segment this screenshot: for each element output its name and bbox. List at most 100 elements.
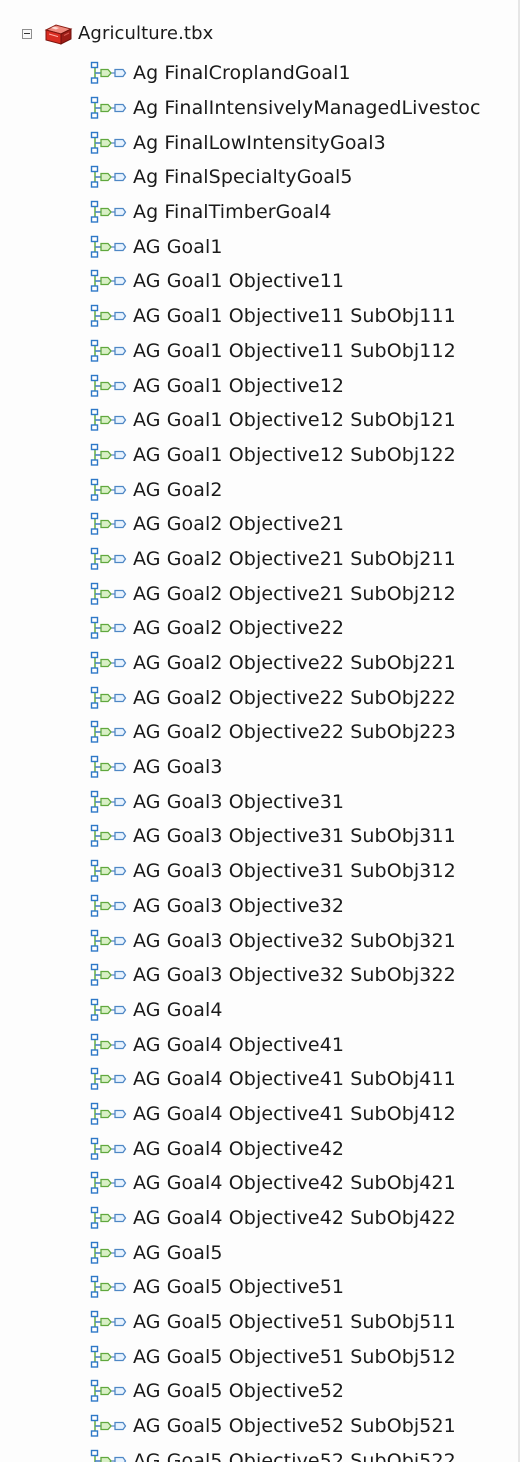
model-tool-icon bbox=[90, 96, 127, 119]
model-tool-icon bbox=[90, 166, 127, 189]
model-tool-item[interactable]: AG Goal1 Objective11 SubObj111 bbox=[0, 299, 520, 334]
model-tool-item[interactable]: AG Goal2 Objective22 SubObj221 bbox=[0, 646, 520, 681]
model-tool-icon bbox=[90, 686, 127, 709]
model-tool-label: AG Goal3 Objective32 SubObj321 bbox=[133, 929, 456, 952]
model-tool-item[interactable]: AG Goal2 Objective22 bbox=[0, 611, 520, 646]
model-tool-item[interactable]: Ag FinalTimberGoal4 bbox=[0, 195, 520, 230]
model-tool-item[interactable]: AG Goal3 Objective32 bbox=[0, 889, 520, 924]
model-tool-icon bbox=[90, 409, 127, 431]
model-tool-label: AG Goal1 Objective11 bbox=[133, 270, 345, 293]
model-tool-item[interactable]: AG Goal2 Objective22 SubObj223 bbox=[0, 715, 520, 750]
model-tool-item[interactable]: AG Goal1 Objective11 bbox=[0, 264, 520, 299]
model-tool-icon bbox=[90, 1449, 127, 1462]
model-tool-label: AG Goal2 Objective22 SubObj223 bbox=[133, 721, 456, 744]
model-tool-item[interactable]: AG Goal5 Objective52 SubObj521 bbox=[0, 1409, 520, 1444]
model-tool-item[interactable]: AG Goal5 Objective52 SubObj522 bbox=[0, 1444, 520, 1462]
model-tool-label: AG Goal5 Objective52 SubObj522 bbox=[133, 1449, 456, 1462]
model-tool-icon bbox=[90, 1172, 127, 1195]
model-tool-label: AG Goal5 Objective51 SubObj512 bbox=[133, 1345, 456, 1368]
model-tool-item[interactable]: AG Goal4 bbox=[0, 993, 520, 1028]
model-tool-label: AG Goal5 Objective52 bbox=[133, 1380, 345, 1403]
model-tool-item[interactable]: AG Goal3 Objective31 SubObj311 bbox=[0, 819, 520, 854]
model-tool-item[interactable]: AG Goal1 Objective12 SubObj122 bbox=[0, 438, 520, 473]
model-tool-label: AG Goal1 Objective11 SubObj111 bbox=[133, 305, 456, 328]
model-tool-item[interactable]: AG Goal5 Objective51 bbox=[0, 1270, 520, 1305]
model-tool-item[interactable]: AG Goal5 Objective51 SubObj512 bbox=[0, 1339, 520, 1374]
model-tool-label: AG Goal3 bbox=[133, 756, 223, 779]
model-tool-label: AG Goal4 Objective41 SubObj412 bbox=[133, 1102, 456, 1125]
model-tool-item[interactable]: Ag FinalSpecialtyGoal5 bbox=[0, 160, 520, 195]
model-tool-item[interactable]: AG Goal4 Objective42 SubObj422 bbox=[0, 1201, 520, 1236]
model-tool-item[interactable]: AG Goal2 Objective21 bbox=[0, 507, 520, 542]
model-tool-label: AG Goal4 Objective41 SubObj411 bbox=[133, 1068, 456, 1091]
model-tool-item[interactable]: AG Goal4 Objective42 bbox=[0, 1131, 520, 1166]
model-tool-label: AG Goal1 Objective12 SubObj121 bbox=[133, 409, 456, 432]
model-tool-item[interactable]: AG Goal3 Objective32 SubObj321 bbox=[0, 923, 520, 958]
model-tool-item[interactable]: AG Goal4 Objective42 SubObj421 bbox=[0, 1166, 520, 1201]
model-tool-item[interactable]: AG Goal4 Objective41 bbox=[0, 1027, 520, 1062]
model-tool-item[interactable]: AG Goal2 bbox=[0, 472, 520, 507]
model-tool-item[interactable]: AG Goal1 bbox=[0, 229, 520, 264]
model-tool-icon bbox=[90, 1206, 127, 1229]
toolbox-icon bbox=[44, 24, 73, 45]
toolbox-name: Agriculture.tbx bbox=[78, 23, 214, 44]
model-tool-label: AG Goal1 Objective12 bbox=[133, 374, 345, 397]
model-tool-item[interactable]: AG Goal1 Objective11 SubObj112 bbox=[0, 334, 520, 369]
model-tool-label: AG Goal3 Objective31 bbox=[133, 790, 345, 813]
model-tool-item[interactable]: AG Goal5 Objective51 SubObj511 bbox=[0, 1305, 520, 1340]
model-tool-icon bbox=[90, 547, 127, 570]
model-tool-label: AG Goal2 Objective21 SubObj211 bbox=[133, 547, 456, 570]
model-tool-label: Ag FinalTimberGoal4 bbox=[133, 201, 332, 224]
model-tool-label: AG Goal3 Objective31 SubObj311 bbox=[133, 825, 456, 848]
model-tool-item[interactable]: Ag FinalIntensivelyManagedLivestoc bbox=[0, 91, 520, 126]
model-tool-icon bbox=[90, 894, 127, 917]
model-tool-label: AG Goal5 Objective51 bbox=[133, 1276, 345, 1299]
model-tool-item[interactable]: AG Goal3 Objective31 SubObj312 bbox=[0, 854, 520, 889]
model-tool-item[interactable]: Ag FinalLowIntensityGoal3 bbox=[0, 125, 520, 160]
model-tool-label: AG Goal2 Objective21 SubObj212 bbox=[133, 582, 456, 605]
model-tool-label: AG Goal5 bbox=[133, 1241, 223, 1264]
collapse-minus-icon[interactable] bbox=[22, 29, 32, 39]
model-tool-label: Ag FinalSpecialtyGoal5 bbox=[133, 166, 353, 189]
model-tool-icon bbox=[90, 1380, 127, 1403]
model-tool-item[interactable]: AG Goal3 Objective32 SubObj322 bbox=[0, 958, 520, 993]
toolbox-node[interactable]: Agriculture.tbx bbox=[22, 19, 213, 49]
model-tool-icon bbox=[90, 1241, 127, 1264]
model-tool-label: AG Goal2 Objective22 SubObj221 bbox=[133, 652, 456, 675]
model-tool-label: AG Goal2 Objective22 SubObj222 bbox=[133, 686, 456, 709]
model-tool-icon bbox=[90, 825, 127, 848]
model-tool-label: AG Goal4 bbox=[133, 998, 223, 1021]
model-tool-icon bbox=[90, 62, 127, 85]
model-tool-item[interactable]: AG Goal1 Objective12 bbox=[0, 368, 520, 403]
catalog-tree-panel: Agriculture.tbx Ag FinalCroplandGoal1 Ag… bbox=[0, 0, 520, 1462]
model-tool-icon bbox=[90, 1414, 127, 1437]
model-tool-item[interactable]: AG Goal4 Objective41 SubObj411 bbox=[0, 1062, 520, 1097]
model-tool-icon bbox=[90, 859, 127, 882]
model-tool-label: AG Goal5 Objective51 SubObj511 bbox=[133, 1311, 456, 1334]
model-tool-label: AG Goal4 Objective42 SubObj421 bbox=[133, 1172, 456, 1195]
model-tool-icon bbox=[90, 1276, 127, 1299]
model-tool-icon bbox=[90, 339, 127, 362]
model-tool-item[interactable]: AG Goal2 Objective21 SubObj212 bbox=[0, 576, 520, 611]
model-tool-icon bbox=[90, 270, 127, 293]
model-tool-label: AG Goal4 Objective42 bbox=[133, 1137, 345, 1160]
model-tool-label: AG Goal2 Objective21 bbox=[133, 513, 345, 536]
model-tool-icon bbox=[90, 755, 127, 778]
model-tool-item[interactable]: Ag FinalCroplandGoal1 bbox=[0, 56, 520, 91]
model-tool-item[interactable]: AG Goal2 Objective22 SubObj222 bbox=[0, 680, 520, 715]
model-tool-item[interactable]: AG Goal5 bbox=[0, 1235, 520, 1270]
model-tool-icon bbox=[90, 374, 127, 397]
model-tool-item[interactable]: AG Goal3 bbox=[0, 750, 520, 785]
model-tool-item[interactable]: AG Goal1 Objective12 SubObj121 bbox=[0, 403, 520, 438]
model-tool-icon bbox=[90, 235, 127, 258]
model-tool-icon bbox=[90, 651, 127, 674]
model-tool-item[interactable]: AG Goal2 Objective21 SubObj211 bbox=[0, 542, 520, 577]
model-tool-icon bbox=[90, 304, 127, 327]
model-tool-icon bbox=[90, 1068, 127, 1090]
model-tool-icon bbox=[90, 1345, 127, 1368]
model-tool-item[interactable]: AG Goal3 Objective31 bbox=[0, 784, 520, 819]
model-tool-label: AG Goal4 Objective41 bbox=[133, 1033, 345, 1056]
model-tool-item[interactable]: AG Goal4 Objective41 SubObj412 bbox=[0, 1097, 520, 1132]
model-tool-item[interactable]: AG Goal5 Objective52 bbox=[0, 1374, 520, 1409]
model-tool-label: AG Goal1 Objective12 SubObj122 bbox=[133, 443, 456, 466]
